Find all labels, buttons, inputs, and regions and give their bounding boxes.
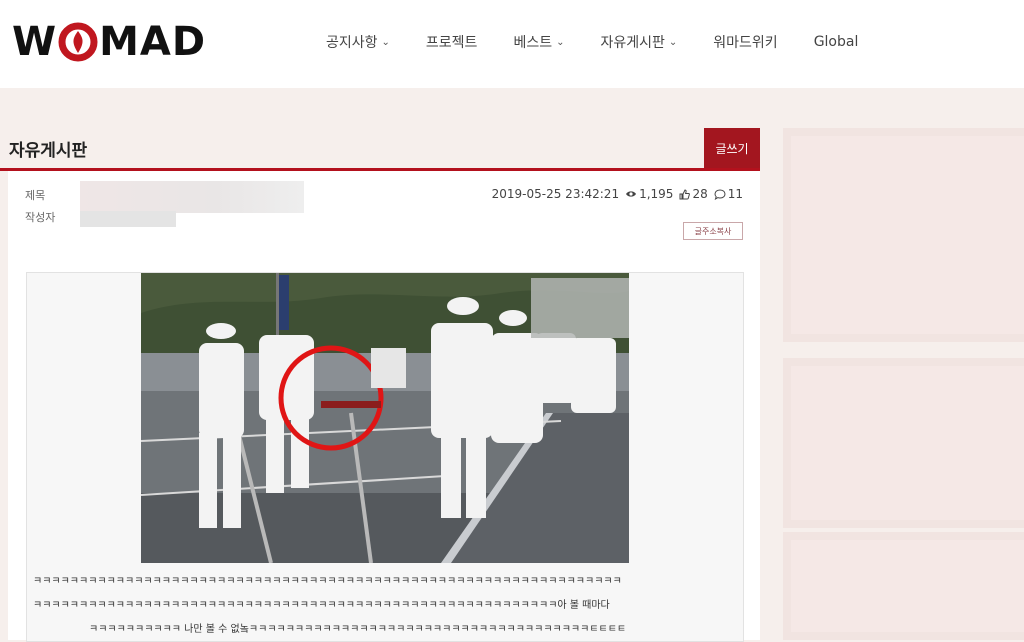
chevron-down-icon: ⌄ bbox=[556, 36, 565, 48]
post-body-line-2: ㅋㅋㅋㅋㅋㅋㅋㅋㅋㅋㅋㅋㅋㅋㅋㅋㅋㅋㅋㅋㅋㅋㅋㅋㅋㅋㅋㅋㅋㅋㅋㅋㅋㅋㅋㅋㅋㅋㅋㅋ… bbox=[33, 600, 610, 611]
board-title: 자유게시판 bbox=[9, 141, 88, 161]
sidebar-ad-content bbox=[791, 540, 1024, 632]
nav-item-label: 공지사항 bbox=[326, 35, 378, 51]
nav-item-global[interactable]: Global bbox=[814, 34, 859, 50]
post-author-label: 작성자 bbox=[25, 211, 56, 224]
comment-icon bbox=[714, 188, 726, 200]
likes-stat: 28 bbox=[679, 187, 708, 201]
nav-item-label: 자유게시판 bbox=[600, 35, 665, 51]
nav-item-free-board[interactable]: 자유게시판 ⌄ bbox=[600, 32, 677, 52]
nav-item-notice[interactable]: 공지사항 ⌄ bbox=[326, 32, 390, 52]
comments-stat: 11 bbox=[714, 187, 743, 201]
main-nav: 공지사항 ⌄ 프로젝트 베스트 ⌄ 자유게시판 ⌄ 워마드위키 Global bbox=[326, 30, 894, 54]
post-stats: 2019-05-25 23:42:21 1,195 28 11 bbox=[492, 187, 743, 201]
sidebar-ad-content bbox=[791, 136, 1024, 334]
post-title-label: 제목 bbox=[25, 189, 46, 202]
site-header: W MAD 공지사항 ⌄ 프로젝트 베스트 ⌄ 자유게시판 ⌄ 워마드위키 Gl… bbox=[0, 0, 1024, 88]
likes-count: 28 bbox=[692, 187, 708, 201]
board-header: 자유게시판 글쓰기 bbox=[0, 128, 760, 171]
post-content: ㅋㅋㅋㅋㅋㅋㅋㅋㅋㅋㅋㅋㅋㅋㅋㅋㅋㅋㅋㅋㅋㅋㅋㅋㅋㅋㅋㅋㅋㅋㅋㅋㅋㅋㅋㅋㅋㅋㅋㅋ… bbox=[26, 272, 744, 642]
nav-item-label: 워마드위키 bbox=[713, 35, 778, 51]
nav-item-project[interactable]: 프로젝트 bbox=[426, 32, 478, 52]
logo-text-left: W bbox=[12, 19, 58, 65]
sidebar-ad-content bbox=[791, 366, 1024, 520]
views-count: 1,195 bbox=[639, 187, 674, 201]
logo-text-right: MAD bbox=[99, 19, 207, 65]
chevron-down-icon: ⌄ bbox=[668, 36, 678, 48]
write-post-button[interactable]: 글쓰기 bbox=[704, 128, 760, 168]
views-stat: 1,195 bbox=[625, 187, 673, 201]
nav-item-label: Global bbox=[813, 34, 859, 50]
site-logo[interactable]: W MAD bbox=[12, 22, 206, 62]
post-photo bbox=[141, 273, 629, 563]
post-author-redacted bbox=[80, 211, 176, 227]
sidebar-ad-3[interactable] bbox=[783, 532, 1024, 640]
nav-item-best[interactable]: 베스트 ⌄ bbox=[513, 32, 564, 52]
nav-item-wiki[interactable]: 워마드위키 bbox=[713, 32, 777, 52]
post-view: 제목 작성자 2019-05-25 23:42:21 1,195 28 11 글… bbox=[8, 171, 760, 642]
chevron-down-icon: ⌄ bbox=[381, 36, 390, 48]
post-datetime: 2019-05-25 23:42:21 bbox=[491, 187, 620, 201]
eye-icon bbox=[626, 191, 637, 197]
sidebar-ad-1[interactable] bbox=[783, 128, 1024, 342]
thumbs-up-icon bbox=[679, 188, 691, 199]
nav-item-label: 프로젝트 bbox=[425, 35, 478, 51]
copy-url-button[interactable]: 글주소복사 bbox=[683, 222, 743, 240]
comments-count: 11 bbox=[727, 187, 743, 201]
post-photo-image bbox=[141, 273, 629, 563]
post-title-redacted bbox=[80, 181, 304, 213]
post-body-line-1: ㅋㅋㅋㅋㅋㅋㅋㅋㅋㅋㅋㅋㅋㅋㅋㅋㅋㅋㅋㅋㅋㅋㅋㅋㅋㅋㅋㅋㅋㅋㅋㅋㅋㅋㅋㅋㅋㅋㅋㅋ… bbox=[33, 576, 622, 587]
sidebar-ad-2[interactable] bbox=[783, 358, 1024, 528]
logo-emblem-icon bbox=[58, 22, 98, 62]
post-body-line-3: ㅋㅋㅋㅋㅋㅋㅋㅋㅋㅋ 나만 볼 수 없놐ㅋㅋㅋㅋㅋㅋㅋㅋㅋㅋㅋㅋㅋㅋㅋㅋㅋㅋㅋㅋ… bbox=[89, 624, 627, 635]
board-section: 자유게시판 글쓰기 제목 작성자 2019-05-25 23:42:21 1,1… bbox=[0, 128, 760, 642]
nav-item-label: 베스트 bbox=[513, 35, 553, 51]
